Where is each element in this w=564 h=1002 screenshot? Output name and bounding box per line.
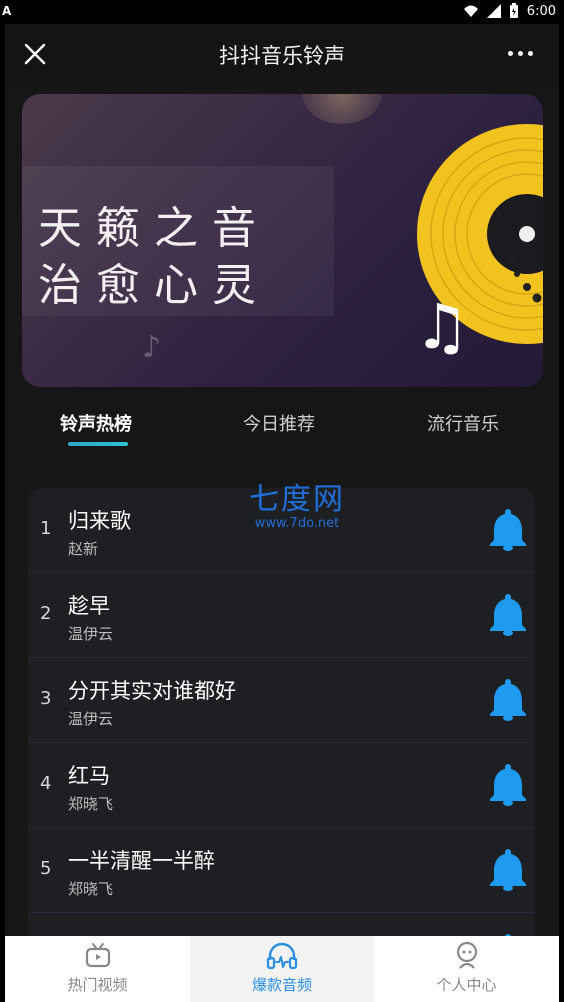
- watermark: 七度网 www.7do.net: [227, 474, 367, 531]
- song-rank: 1: [40, 518, 52, 539]
- tab-today-recommend[interactable]: 今日推荐: [243, 410, 315, 436]
- song-title: 一半清醒一半醉: [68, 849, 215, 873]
- status-bar: A 6:00: [0, 0, 564, 24]
- watermark-name: 七度网: [249, 482, 345, 517]
- notification-a-icon: A: [2, 4, 12, 18]
- song-title: 归来歌: [68, 509, 131, 533]
- tab-ringtone-hot[interactable]: 铃声热榜: [60, 410, 132, 436]
- banner-line-1: 天籁之音: [38, 203, 270, 254]
- signal-icon: [463, 5, 478, 17]
- list-item[interactable]: 2 趁早 温伊云: [28, 573, 535, 658]
- banner-line-2: 治愈心灵: [38, 260, 270, 311]
- song-rank: 4: [40, 773, 52, 794]
- cellular-icon: [486, 4, 501, 18]
- list-item[interactable]: 3 分开其实对谁都好 温伊云: [28, 658, 535, 743]
- song-title: 趁早: [68, 594, 110, 618]
- nav-personal-center[interactable]: 个人中心: [374, 936, 559, 1002]
- battery-icon: [509, 3, 518, 18]
- song-artist: 郑晓飞: [68, 880, 114, 898]
- bell-icon[interactable]: [488, 591, 528, 637]
- nav-label: 爆款音频: [251, 976, 312, 994]
- song-artist: 温伊云: [68, 710, 114, 728]
- music-notes-icon: ♫: [414, 290, 470, 363]
- status-time: 6:00: [526, 3, 556, 19]
- list-item-partial[interactable]: [28, 913, 535, 936]
- bell-icon[interactable]: [488, 846, 528, 892]
- song-list: 1 归来歌 赵新 2 趁早 温伊云 3 分开其实对谁都好 温伊云 4 红马 郑晓…: [28, 488, 535, 936]
- music-note-icon: ♪: [142, 330, 162, 365]
- song-rank: 3: [40, 688, 52, 709]
- more-menu-icon[interactable]: [508, 51, 533, 56]
- song-title: 红马: [68, 764, 110, 788]
- bell-icon[interactable]: [488, 676, 528, 722]
- banner-glow: [302, 94, 382, 124]
- person-icon: [456, 942, 477, 969]
- promo-banner[interactable]: 天籁之音 治愈心灵 ♪ ♫: [22, 94, 543, 387]
- active-tab-indicator: [68, 442, 128, 446]
- tv-icon: [85, 943, 110, 968]
- nav-hot-videos[interactable]: 热门视频: [5, 936, 190, 1002]
- song-rank: 5: [40, 858, 52, 879]
- song-title: 分开其实对谁都好: [68, 679, 236, 703]
- watermark-url: www.7do.net: [254, 516, 340, 531]
- song-artist: 郑晓飞: [68, 795, 114, 813]
- bell-icon[interactable]: [488, 506, 528, 552]
- page-title: 抖抖音乐铃声: [219, 44, 345, 68]
- song-artist: 赵新: [68, 540, 99, 558]
- song-artist: 温伊云: [68, 625, 114, 643]
- nav-hot-audio[interactable]: 爆款音频: [190, 936, 374, 1002]
- list-item[interactable]: 5 一半清醒一半醉 郑晓飞: [28, 828, 535, 913]
- headphones-icon: [266, 942, 298, 970]
- nav-label: 个人中心: [436, 976, 497, 994]
- category-tabs: 铃声热榜 今日推荐 流行音乐: [5, 406, 559, 456]
- bottom-navigation: 热门视频 爆款音频 个人中心: [5, 936, 559, 1002]
- nav-label: 热门视频: [67, 976, 128, 994]
- list-item[interactable]: 4 红马 郑晓飞: [28, 743, 535, 828]
- main-content: 天籁之音 治愈心灵 ♪ ♫ 铃声热榜 今日推荐 流行音乐 1 归来歌 赵新 2 …: [5, 86, 559, 936]
- bell-icon[interactable]: [488, 761, 528, 807]
- tab-popular-music[interactable]: 流行音乐: [427, 410, 499, 436]
- app-bar: 抖抖音乐铃声: [5, 24, 559, 86]
- song-rank: 2: [40, 603, 52, 624]
